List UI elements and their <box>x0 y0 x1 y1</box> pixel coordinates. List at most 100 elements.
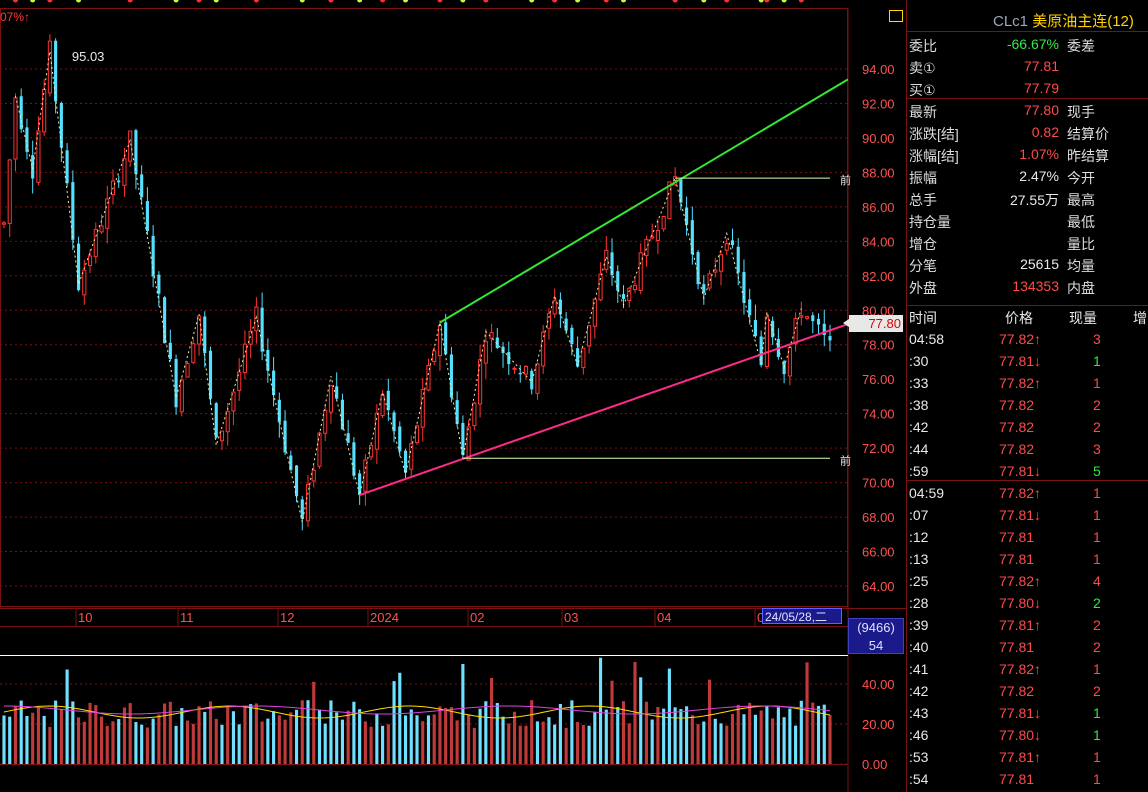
tick-row[interactable]: :30 77.81↓ 1 <box>907 350 1148 372</box>
tick-row[interactable]: :53 77.81↑ 1 <box>907 746 1148 768</box>
tick-row[interactable]: 04:59 77.82↑ 1 <box>907 482 1148 504</box>
quote-label-secondary: 内盘 <box>1067 280 1095 296</box>
volume-bar <box>564 727 568 764</box>
volume-bar <box>644 701 649 764</box>
candle-body-down <box>386 390 390 411</box>
tick-volume: 4 <box>1093 573 1101 589</box>
quote-label: 涨跌[结] <box>909 126 959 142</box>
volume-bar <box>679 709 683 764</box>
tick-row[interactable]: :38 77.82 2 <box>907 394 1148 416</box>
tick-row[interactable]: :12 77.81 1 <box>907 526 1148 548</box>
volume-bar <box>426 715 431 764</box>
candle-body-down <box>203 316 207 354</box>
volume-bar <box>558 703 562 764</box>
tick-row[interactable]: :13 77.81 1 <box>907 548 1148 570</box>
volume-bar <box>444 707 448 764</box>
candle-body-down <box>19 96 23 130</box>
candlestick-chart-svg[interactable]: 94.0092.0090.0088.0086.0084.0082.0080.00… <box>0 0 906 792</box>
candle-body-up <box>305 483 311 522</box>
tick-row[interactable]: :54 77.81 1 <box>907 768 1148 790</box>
tick-row[interactable]: :59 77.81↓ 5 <box>907 460 1148 482</box>
tick-price: 77.82↑ <box>999 375 1042 391</box>
tick-price: 77.82↑ <box>999 331 1042 347</box>
instrument-title[interactable]: CLc1 美原油主连(12) <box>993 10 1134 31</box>
tick-time: :33 <box>909 375 929 391</box>
candle-body-up <box>535 363 540 394</box>
volume-readout-box: (9466) 54 <box>848 618 904 654</box>
panel-toggle-icon[interactable] <box>889 10 903 22</box>
volume-tick-label: 40.00 <box>862 677 895 692</box>
tick-row[interactable]: :39 77.81↑ 2 <box>907 614 1148 636</box>
tick-row[interactable]: :42 77.82 2 <box>907 680 1148 702</box>
candle-body-up <box>128 130 133 162</box>
candle-body-up <box>661 215 666 230</box>
pivot-high-label: 87.67 <box>661 0 691 3</box>
tick-price: 77.81↓ <box>999 507 1042 523</box>
volume-bar <box>587 725 591 764</box>
divider <box>907 31 1148 32</box>
candle-body-down <box>816 318 821 325</box>
candle-body-down <box>335 386 339 399</box>
kline-chart[interactable]: 94.00 92.00 90.00 88.00 86.00 84.00 82.00 80.00… <box>0 0 906 792</box>
tick-row[interactable]: :25 77.82↑ 4 <box>907 570 1148 592</box>
candle-body-up <box>512 367 517 370</box>
tick-row[interactable]: :43 77.81↓ 1 <box>907 702 1148 724</box>
tick-row[interactable]: :07 77.81↓ 1 <box>907 504 1148 526</box>
quote-label: 最新 <box>909 104 937 120</box>
reference-marker: 前 <box>840 453 851 467</box>
volume-bar <box>352 701 356 764</box>
tick-row[interactable]: :46 77.80↓ 1 <box>907 724 1148 746</box>
quote-value: 27.55万 <box>1009 192 1059 208</box>
tick-price: 77.80↓ <box>999 595 1042 611</box>
quote-row: 持仓量 最低 <box>907 209 1148 231</box>
candle-body-down <box>685 207 689 225</box>
candle-body-down <box>25 127 29 152</box>
tick-volume: 5 <box>1093 463 1101 479</box>
candle-body-down <box>576 348 580 367</box>
tick-row[interactable]: 04:58 77.82↑ 3 <box>907 328 1148 350</box>
volume-bar <box>82 721 86 764</box>
quote-row: 买① 77.79 <box>907 77 1148 99</box>
volume-bar <box>185 720 190 764</box>
candle-body-down <box>742 272 746 303</box>
trend-line-lower <box>359 323 849 496</box>
y-tick-label: 88.00 <box>862 165 895 180</box>
tick-row[interactable]: :42 77.82 2 <box>907 416 1148 438</box>
quote-label: 总手 <box>909 192 937 208</box>
zigzag-line <box>14 51 802 523</box>
candle-body-up <box>13 97 18 160</box>
tick-row[interactable]: :40 77.81 2 <box>907 636 1148 658</box>
quote-label-secondary: 委差 <box>1067 38 1095 54</box>
trend-line-upper <box>439 78 849 324</box>
candle-body-up <box>793 318 798 345</box>
candle-body-down <box>621 294 626 299</box>
volume-bar <box>174 725 178 764</box>
volume-bar <box>381 725 385 764</box>
volume-bar <box>375 713 379 764</box>
tick-volume: 1 <box>1093 727 1101 743</box>
volume-bar <box>748 702 752 764</box>
ticks-header-extra: 增 <box>1133 310 1147 326</box>
volume-bar <box>59 709 63 764</box>
candle-body-up <box>724 243 729 251</box>
candle-body-up <box>7 159 12 224</box>
volume-bar <box>203 711 207 764</box>
quote-label-secondary: 现手 <box>1067 104 1095 120</box>
tick-row[interactable]: :33 77.82↑ 1 <box>907 372 1148 394</box>
tick-volume: 3 <box>1093 441 1101 457</box>
y-tick-label: 92.00 <box>862 96 895 111</box>
volume-bar <box>191 723 195 764</box>
tick-volume: 2 <box>1093 397 1101 413</box>
tick-row[interactable]: :41 77.82↑ 1 <box>907 658 1148 680</box>
pivot-low-label: 76.70 <box>770 0 800 3</box>
candle-body-up <box>328 385 334 413</box>
tick-price: 77.82↑ <box>999 573 1042 589</box>
candle-body-down <box>730 240 735 246</box>
tick-row[interactable]: :44 77.82 3 <box>907 438 1148 460</box>
volume-bar <box>421 721 425 764</box>
tick-row[interactable]: :28 77.80↓ 2 <box>907 592 1148 614</box>
tick-time: :12 <box>909 529 929 545</box>
volume-bar <box>294 709 299 764</box>
x-tick-label: 12 <box>280 610 294 625</box>
x-tick-label: 03 <box>564 610 578 625</box>
